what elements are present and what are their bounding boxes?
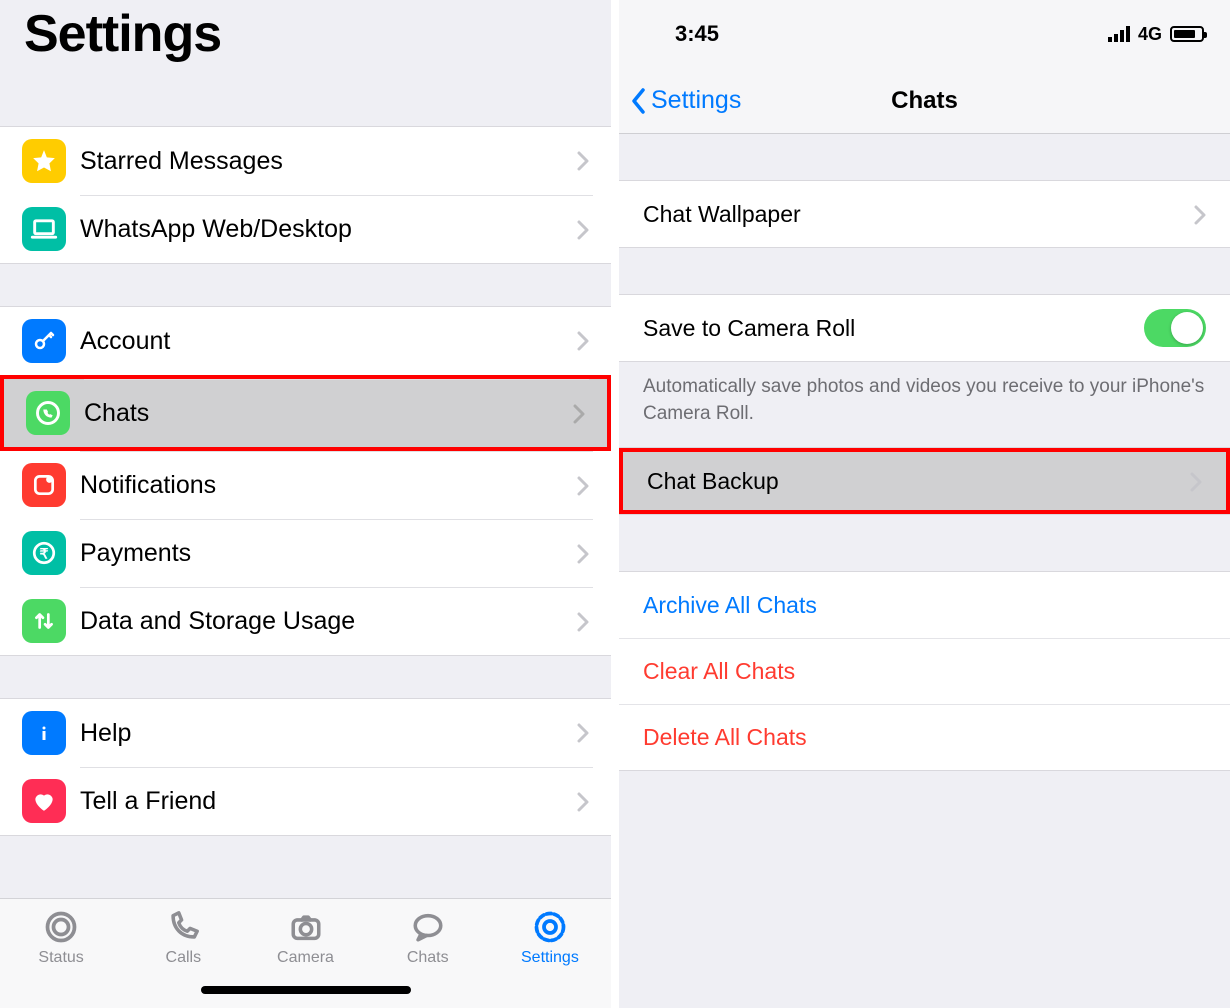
- status-bar: 3:45 4G: [619, 0, 1230, 68]
- page-title: Settings: [0, 0, 611, 84]
- svg-text:₹: ₹: [40, 545, 49, 561]
- row-label: Clear All Chats: [643, 658, 1206, 685]
- save-camera-roll-row[interactable]: Save to Camera Roll: [619, 295, 1230, 361]
- settings-group-help: Help Tell a Friend: [0, 698, 611, 836]
- tab-label: Status: [38, 949, 83, 967]
- star-icon: [22, 139, 66, 183]
- tab-label: Chats: [407, 949, 449, 967]
- chevron-right-icon: [577, 792, 589, 812]
- home-indicator: [201, 986, 411, 994]
- signal-icon: [1108, 26, 1130, 42]
- network-type: 4G: [1138, 24, 1162, 45]
- clear-all-chats-button[interactable]: Clear All Chats: [619, 638, 1230, 704]
- settings-row-whatsapp-web-desktop[interactable]: WhatsApp Web/Desktop: [0, 195, 611, 263]
- settings-row-help[interactable]: Help: [0, 699, 611, 767]
- back-label: Settings: [651, 86, 741, 115]
- laptop-icon: [22, 207, 66, 251]
- battery-icon: [1170, 26, 1204, 42]
- row-label: Payments: [80, 539, 577, 568]
- back-button[interactable]: Settings: [631, 86, 741, 115]
- settings-row-account[interactable]: Account: [0, 307, 611, 375]
- status-icon: [41, 909, 81, 945]
- whatsapp-icon: [26, 391, 70, 435]
- row-label: Notifications: [80, 471, 577, 500]
- row-label: Starred Messages: [80, 147, 577, 176]
- tab-label: Calls: [166, 949, 202, 967]
- tab-settings[interactable]: Settings: [489, 909, 611, 967]
- chevron-right-icon: [577, 544, 589, 564]
- chevron-right-icon: [1190, 471, 1202, 491]
- tab-label: Settings: [521, 949, 579, 967]
- row-label: Data and Storage Usage: [80, 607, 577, 636]
- row-label: Chats: [84, 399, 573, 428]
- row-label: WhatsApp Web/Desktop: [80, 215, 577, 244]
- settings-row-chats[interactable]: Chats: [0, 375, 611, 451]
- chevron-right-icon: [577, 331, 589, 351]
- chevron-right-icon: [577, 151, 589, 171]
- row-label: Save to Camera Roll: [643, 315, 1144, 342]
- arrows-icon: [22, 599, 66, 643]
- tab-status[interactable]: Status: [0, 909, 122, 967]
- tab-camera[interactable]: Camera: [244, 909, 366, 967]
- row-label: Chat Backup: [647, 468, 1190, 495]
- chat-wallpaper-row[interactable]: Chat Wallpaper: [619, 181, 1230, 247]
- row-label: Delete All Chats: [643, 724, 1206, 751]
- heart-icon: [22, 779, 66, 823]
- toggle-on[interactable]: [1144, 309, 1206, 347]
- camera-icon: [286, 909, 326, 945]
- chats-settings-screen: 3:45 4G Settings Chats Chat Wallpaper Sa…: [615, 0, 1230, 1008]
- row-label: Archive All Chats: [643, 592, 1206, 619]
- chevron-right-icon: [577, 476, 589, 496]
- settings-row-data-and-storage-usage[interactable]: Data and Storage Usage: [0, 587, 611, 655]
- chats-icon: [408, 909, 448, 945]
- settings-row-starred-messages[interactable]: Starred Messages: [0, 127, 611, 195]
- settings-group-main: Account Chats Notifications ₹ Payments Data a…: [0, 306, 611, 656]
- tab-calls[interactable]: Calls: [122, 909, 244, 967]
- navigation-bar: Settings Chats: [619, 68, 1230, 134]
- row-label: Help: [80, 719, 577, 748]
- chevron-right-icon: [1194, 204, 1206, 224]
- row-label: Tell a Friend: [80, 787, 577, 816]
- tab-label: Camera: [277, 949, 334, 967]
- calls-icon: [163, 909, 203, 945]
- row-label: Chat Wallpaper: [643, 201, 1194, 228]
- chevron-right-icon: [577, 723, 589, 743]
- settings-row-payments[interactable]: ₹ Payments: [0, 519, 611, 587]
- rupee-icon: ₹: [22, 531, 66, 575]
- gear-icon: [530, 909, 570, 945]
- settings-row-tell-a-friend[interactable]: Tell a Friend: [0, 767, 611, 835]
- info-icon: [22, 711, 66, 755]
- chevron-right-icon: [573, 404, 585, 424]
- row-label: Account: [80, 327, 577, 356]
- delete-all-chats-button[interactable]: Delete All Chats: [619, 704, 1230, 770]
- notif-icon: [22, 463, 66, 507]
- settings-group-starred: Starred Messages WhatsApp Web/Desktop: [0, 126, 611, 264]
- key-icon: [22, 319, 66, 363]
- status-time: 3:45: [675, 21, 719, 47]
- chevron-right-icon: [577, 220, 589, 240]
- chevron-right-icon: [577, 612, 589, 632]
- tab-chats[interactable]: Chats: [367, 909, 489, 967]
- chat-backup-row[interactable]: Chat Backup: [619, 448, 1230, 514]
- camera-roll-description: Automatically save photos and videos you…: [619, 362, 1230, 447]
- archive-all-chats-button[interactable]: Archive All Chats: [619, 572, 1230, 638]
- settings-row-notifications[interactable]: Notifications: [0, 451, 611, 519]
- settings-screen: Settings Starred Messages WhatsApp Web/De…: [0, 0, 615, 1008]
